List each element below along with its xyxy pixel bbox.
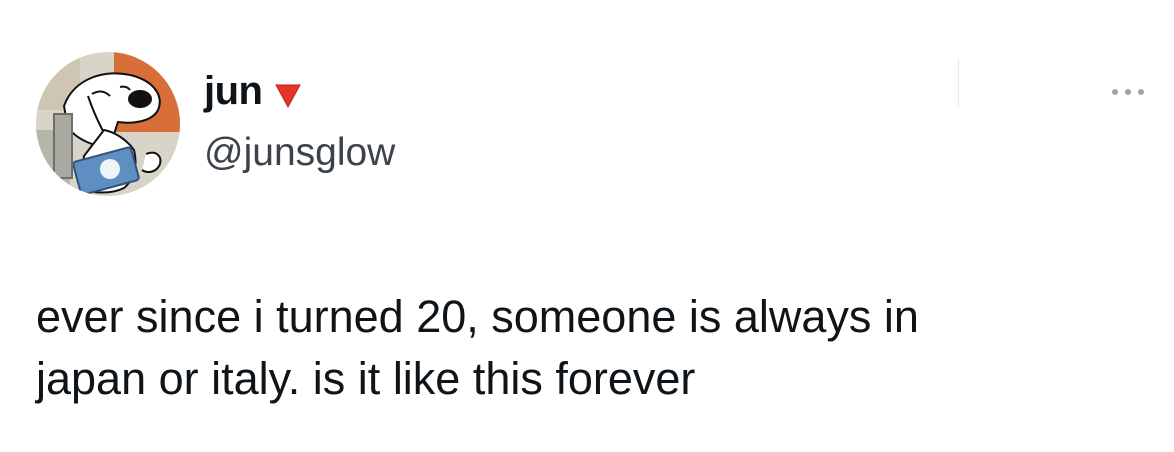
tweet-card[interactable]: jun @junsglow ever since i turned 20, so…: [0, 0, 1174, 452]
tweet-text: ever since i turned 20, someone is alway…: [36, 291, 919, 404]
author-display-name[interactable]: jun: [204, 71, 263, 111]
snoopy-avatar-icon: [36, 52, 180, 196]
more-horizontal-icon: [1112, 89, 1118, 95]
more-horizontal-icon: [1138, 89, 1144, 95]
avatar[interactable]: [36, 52, 180, 196]
header-divider: [958, 58, 959, 106]
author-name-row: jun: [204, 66, 302, 116]
more-options-button[interactable]: [1098, 78, 1158, 106]
more-horizontal-icon: [1125, 89, 1131, 95]
author-handle[interactable]: @junsglow: [204, 133, 395, 172]
red-triangle-down-icon: [274, 83, 302, 109]
